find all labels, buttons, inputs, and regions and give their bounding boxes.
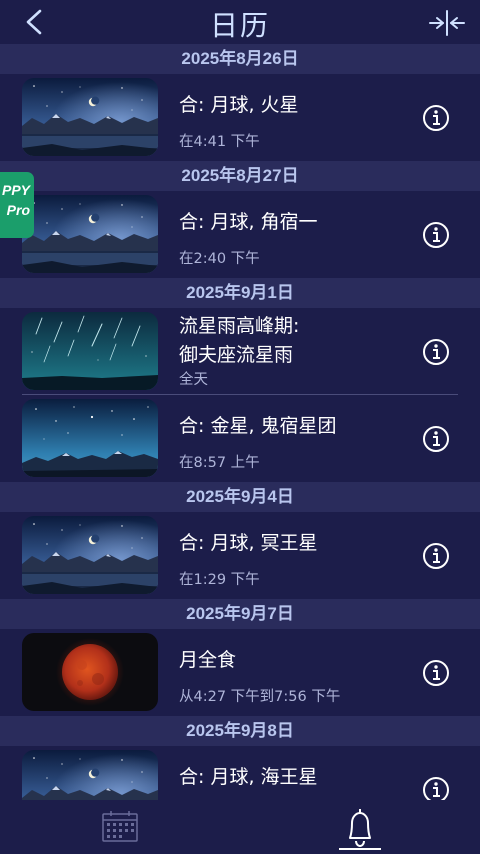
bell-icon <box>339 809 381 850</box>
compress-arrows-icon <box>429 10 465 36</box>
info-button[interactable] <box>422 776 450 800</box>
event-title: 合: 月球, 火星 <box>179 94 299 116</box>
event-title: 合: 月球, 角宿一 <box>179 211 318 233</box>
date-header: 2025年8月26日 <box>0 44 480 74</box>
event-time: 在2:40 下午 <box>179 251 260 267</box>
event-row[interactable]: 合: 月球, 海王星 <box>0 746 480 800</box>
event-title: 合: 金星, 鬼宿星团 <box>179 415 337 437</box>
info-icon <box>423 543 449 569</box>
bottom-tab-bar <box>0 800 480 853</box>
event-time: 全天 <box>179 372 208 388</box>
event-time: 在8:57 上午 <box>179 455 260 471</box>
info-button[interactable] <box>422 659 450 687</box>
tab-calendar[interactable] <box>101 809 139 843</box>
event-row[interactable]: 合: 金星, 鬼宿星团 在8:57 上午 <box>0 395 480 482</box>
info-icon <box>423 777 449 800</box>
event-row[interactable]: 合: 月球, 角宿一 在2:40 下午 <box>0 191 480 278</box>
page-title: 日历 <box>209 9 270 42</box>
promo-line: Pro <box>6 202 30 218</box>
info-button[interactable] <box>422 221 450 249</box>
event-title: 月全食 <box>179 649 237 671</box>
blood-moon-image <box>22 633 158 711</box>
event-row[interactable]: 月全食 从4:27 下午到7:56 下午 <box>0 629 480 716</box>
moon-mountains-image <box>22 195 158 273</box>
event-title-line: 流星雨高峰期: <box>179 315 300 337</box>
event-thumbnail <box>22 750 158 800</box>
event-time: 在1:29 下午 <box>179 572 260 588</box>
event-thumbnail <box>22 633 158 711</box>
event-title: 合: 月球, 冥王星 <box>179 532 318 554</box>
starry-mountains-image <box>22 399 158 477</box>
info-icon <box>423 660 449 686</box>
date-header: 2025年8月27日 <box>0 161 480 191</box>
info-button[interactable] <box>422 338 450 366</box>
tab-notifications[interactable] <box>337 806 383 850</box>
event-title: 合: 月球, 海王星 <box>179 766 318 788</box>
events-list[interactable]: 2025年8月26日 合: 月球, 火星 在4:41 下午 2025年8月27日… <box>0 44 480 800</box>
moon-mountains-image <box>22 750 158 800</box>
event-title-line: 御夫座流星雨 <box>179 344 294 366</box>
moon-mountains-image <box>22 516 158 594</box>
info-button[interactable] <box>422 425 450 453</box>
promo-badge[interactable]: PPY Pro <box>0 172 34 238</box>
date-header: 2025年9月1日 <box>0 278 480 308</box>
event-thumbnail <box>22 195 158 273</box>
event-thumbnail <box>22 312 158 390</box>
date-header: 2025年9月7日 <box>0 599 480 629</box>
event-row[interactable]: 流星雨高峰期: 御夫座流星雨 全天 <box>0 308 480 395</box>
moon-mountains-image <box>22 78 158 156</box>
compress-button[interactable] <box>428 8 466 38</box>
event-thumbnail <box>22 399 158 477</box>
info-icon <box>423 339 449 365</box>
info-icon <box>423 222 449 248</box>
event-thumbnail <box>22 516 158 594</box>
event-time: 从4:27 下午到7:56 下午 <box>179 689 341 705</box>
info-button[interactable] <box>422 542 450 570</box>
event-row[interactable]: 合: 月球, 冥王星 在1:29 下午 <box>0 512 480 599</box>
date-header: 2025年9月4日 <box>0 482 480 512</box>
info-icon <box>423 426 449 452</box>
promo-line: PPY <box>1 182 30 198</box>
info-icon <box>423 105 449 131</box>
event-title: 流星雨高峰期: 御夫座流星雨 <box>179 312 299 370</box>
date-header: 2025年9月8日 <box>0 716 480 746</box>
app-header: 日历 <box>0 0 480 44</box>
calendar-icon <box>102 811 138 842</box>
event-time: 在4:41 下午 <box>179 134 260 150</box>
meteor-shower-image <box>22 312 158 390</box>
event-row[interactable]: 合: 月球, 火星 在4:41 下午 <box>0 74 480 161</box>
event-thumbnail <box>22 78 158 156</box>
info-button[interactable] <box>422 104 450 132</box>
